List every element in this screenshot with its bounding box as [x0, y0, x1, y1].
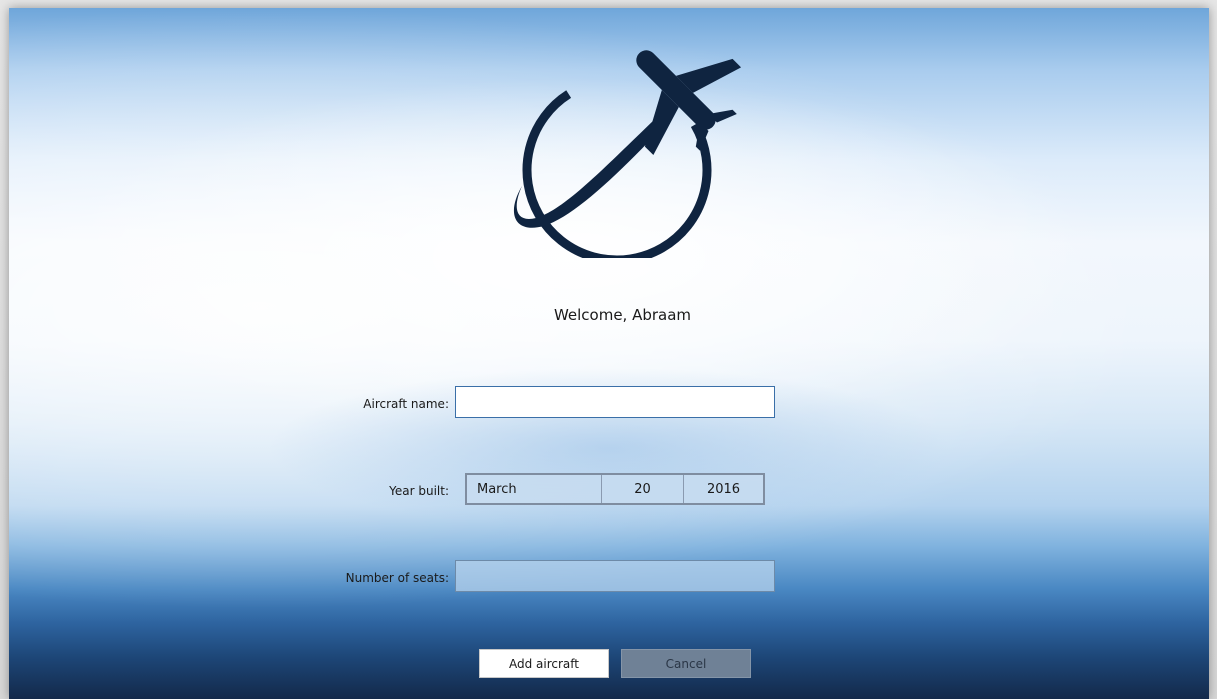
desktop-frame: Welcome, Abraam Aircraft name: Year buil… [0, 0, 1217, 699]
month-segment[interactable]: March [467, 475, 602, 503]
cancel-button[interactable]: Cancel [621, 649, 751, 678]
aircraft-name-label: Aircraft name: [363, 397, 449, 411]
day-segment[interactable]: 20 [602, 475, 684, 503]
welcome-message: Welcome, Abraam [553, 306, 692, 324]
airplane-globe-icon [513, 50, 742, 258]
number-of-seats-label: Number of seats: [345, 571, 449, 585]
year-built-label: Year built: [389, 484, 449, 498]
year-segment[interactable]: 2016 [684, 475, 763, 503]
number-of-seats-input[interactable] [455, 560, 775, 592]
add-aircraft-button[interactable]: Add aircraft [479, 649, 609, 678]
year-built-datepicker[interactable]: March 20 2016 [465, 473, 765, 505]
add-aircraft-window: Welcome, Abraam Aircraft name: Year buil… [9, 8, 1209, 699]
aircraft-name-input[interactable] [455, 386, 775, 418]
